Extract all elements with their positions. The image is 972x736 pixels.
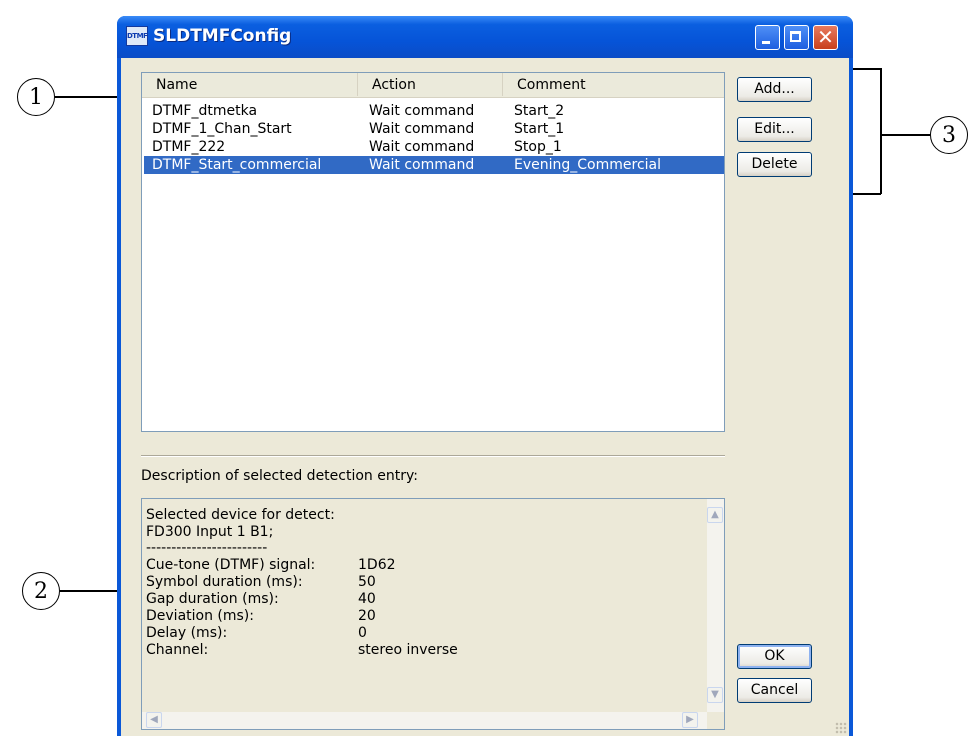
desc-field: Cue-tone (DTMF) signal: 1D62 (146, 557, 396, 574)
desc-field-label: Channel: (146, 642, 209, 658)
dialog-client-area: Name Action Comment DTMF_dtmetka Wait com… (121, 58, 849, 736)
cell-action: Wait command (369, 121, 475, 137)
desc-field-value: 0 (358, 625, 367, 641)
table-row[interactable]: DTMF_222 Wait command Stop_1 (144, 138, 724, 156)
window-title: SLDTMFConfig (153, 26, 292, 46)
callout-1-leader (55, 96, 124, 98)
close-button[interactable]: ✕ (813, 25, 838, 50)
table-row[interactable]: DTMF_1_Chan_Start Wait command Start_1 (144, 120, 724, 138)
cell-name: DTMF_dtmetka (152, 103, 258, 119)
cancel-button[interactable]: Cancel (737, 678, 812, 703)
desc-field-value: 20 (358, 608, 376, 624)
list-header: Name Action Comment (142, 73, 724, 98)
title-bar[interactable]: DTMF SLDTMFConfig ✕ (117, 16, 853, 58)
scroll-down-button[interactable]: ▼ (707, 687, 723, 703)
callout-3-bracket-vertical (880, 68, 882, 194)
cell-comment: Evening_Commercial (514, 157, 661, 173)
cell-name: DTMF_1_Chan_Start (152, 121, 292, 137)
callout-2: 2 (22, 572, 60, 610)
column-header-name[interactable]: Name (142, 73, 358, 96)
dtmf-app-icon: DTMF (126, 26, 148, 46)
callout-3: 3 (930, 116, 968, 154)
ok-button[interactable]: OK (737, 644, 812, 669)
cell-name: DTMF_Start_commercial (152, 157, 322, 173)
desc-field: Channel: stereo inverse (146, 642, 458, 659)
detection-entries-list[interactable]: Name Action Comment DTMF_dtmetka Wait com… (141, 72, 725, 432)
desc-header-line: ------------------------ (146, 540, 268, 556)
desc-field-value: 1D62 (358, 557, 396, 573)
cell-action: Wait command (369, 139, 475, 155)
desc-header-line: FD300 Input 1 B1; (146, 524, 274, 540)
horizontal-scrollbar[interactable]: ◀ ▶ (142, 712, 707, 729)
vertical-scrollbar[interactable]: ▲ ▼ (707, 499, 724, 712)
table-row[interactable]: DTMF_dtmetka Wait command Start_2 (144, 102, 724, 120)
edit-button[interactable]: Edit... (737, 117, 812, 142)
minimize-button[interactable] (755, 25, 780, 50)
desc-field-value: 50 (358, 574, 376, 590)
cell-action: Wait command (369, 103, 475, 119)
cell-action: Wait command (369, 157, 475, 173)
callout-1: 1 (17, 78, 55, 116)
desc-field-value: stereo inverse (358, 642, 458, 658)
column-header-action[interactable]: Action (358, 73, 503, 96)
cell-comment: Stop_1 (514, 139, 562, 155)
cell-name: DTMF_222 (152, 139, 226, 155)
maximize-icon (790, 31, 801, 42)
add-button[interactable]: Add... (737, 77, 812, 102)
desc-field: Symbol duration (ms): 50 (146, 574, 376, 591)
maximize-button[interactable] (784, 25, 809, 50)
cell-comment: Start_2 (514, 103, 565, 119)
scroll-right-button[interactable]: ▶ (682, 712, 698, 728)
scroll-up-button[interactable]: ▲ (707, 507, 723, 523)
description-textbox[interactable]: Selected device for detect: FD300 Input … (141, 498, 725, 730)
desc-field-value: 40 (358, 591, 376, 607)
desc-field-label: Cue-tone (DTMF) signal: (146, 557, 316, 573)
callout-3-leader (881, 134, 930, 136)
close-icon: ✕ (817, 25, 834, 49)
resize-grip[interactable] (835, 722, 847, 734)
desc-header-line: Selected device for detect: (146, 507, 335, 523)
dialog-window: DTMF SLDTMFConfig ✕ Name Action Comment … (117, 16, 853, 736)
column-header-comment[interactable]: Comment (503, 73, 724, 96)
scroll-left-button[interactable]: ◀ (146, 712, 162, 728)
desc-field: Deviation (ms): 20 (146, 608, 376, 625)
desc-field: Gap duration (ms): 40 (146, 591, 376, 608)
cell-comment: Start_1 (514, 121, 565, 137)
desc-field-label: Symbol duration (ms): (146, 574, 303, 590)
desc-field: Delay (ms): 0 (146, 625, 367, 642)
section-divider (141, 455, 725, 457)
table-row[interactable]: DTMF_Start_commercial Wait command Evening… (144, 156, 724, 174)
delete-button[interactable]: Delete (737, 152, 812, 177)
desc-field-label: Delay (ms): (146, 625, 228, 641)
desc-field-label: Deviation (ms): (146, 608, 254, 624)
description-label: Description of selected detection entry: (141, 468, 418, 484)
desc-field-label: Gap duration (ms): (146, 591, 279, 607)
minimize-icon (762, 41, 770, 44)
